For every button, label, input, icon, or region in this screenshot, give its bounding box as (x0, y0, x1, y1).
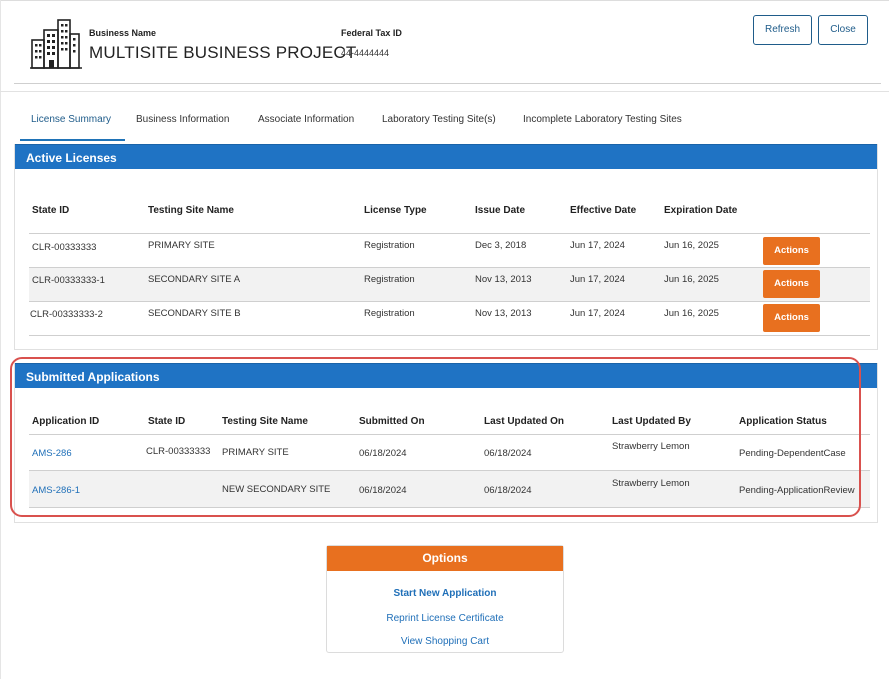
header-divider (0, 91, 889, 92)
building-icon (30, 19, 82, 69)
active-licenses-title: Active Licenses (15, 144, 877, 169)
site-name-cell: SECONDARY SITE B (148, 308, 241, 319)
license-type-cell: Registration (364, 274, 415, 285)
state-id-cell: CLR-00333333 (32, 242, 97, 253)
expiration-date-cell: Jun 16, 2025 (664, 308, 719, 319)
tab-license-summary[interactable]: License Summary (31, 114, 111, 125)
close-button[interactable]: Close (818, 15, 868, 45)
tab-incomplete-laboratory-testing-sites[interactable]: Incomplete Laboratory Testing Sites (523, 114, 682, 125)
tab-laboratory-testing-sites[interactable]: Laboratory Testing Site(s) (382, 114, 496, 125)
header-divider (29, 233, 870, 234)
actions-button[interactable]: Actions (763, 304, 820, 332)
col-testing-site-name: Testing Site Name (148, 205, 234, 216)
start-new-application-link[interactable]: Start New Application (327, 588, 563, 599)
row-divider (29, 301, 870, 302)
actions-button[interactable]: Actions (763, 237, 820, 265)
options-panel: Options Start New Application Reprint Li… (326, 545, 564, 653)
table-row: CLR-00333333-1 SECONDARY SITE A Registra… (29, 268, 870, 301)
site-name-cell: PRIMARY SITE (148, 240, 215, 251)
active-tab-indicator (20, 139, 125, 141)
effective-date-cell: Jun 17, 2024 (570, 274, 625, 285)
col-license-type: License Type (364, 205, 427, 216)
effective-date-cell: Jun 17, 2024 (570, 308, 625, 319)
license-type-cell: Registration (364, 308, 415, 319)
col-state-id: State ID (32, 205, 70, 216)
site-name-cell: SECONDARY SITE A (148, 274, 241, 285)
options-title: Options (327, 546, 563, 571)
col-issue-date: Issue Date (475, 205, 526, 216)
business-name: MULTISITE BUSINESS PROJECT (89, 43, 357, 62)
highlight-outline (10, 357, 861, 517)
issue-date-cell: Nov 13, 2013 (475, 274, 532, 285)
state-id-cell: CLR-00333333-1 (32, 275, 105, 286)
tax-id-value: 44-4444444 (341, 48, 390, 58)
reprint-license-certificate-link[interactable]: Reprint License Certificate (327, 613, 563, 624)
effective-date-cell: Jun 17, 2024 (570, 240, 625, 251)
expiration-date-cell: Jun 16, 2025 (664, 274, 719, 285)
expiration-date-cell: Jun 16, 2025 (664, 240, 719, 251)
refresh-button[interactable]: Refresh (753, 15, 812, 45)
tax-id-label: Federal Tax ID (341, 28, 402, 38)
license-type-cell: Registration (364, 240, 415, 251)
business-header: Business Name MULTISITE BUSINESS PROJECT… (14, 8, 881, 84)
tab-associate-information[interactable]: Associate Information (258, 114, 354, 125)
col-expiration-date: Expiration Date (664, 205, 738, 216)
active-licenses-panel: Active Licenses State ID Testing Site Na… (14, 144, 878, 350)
issue-date-cell: Nov 13, 2013 (475, 308, 532, 319)
issue-date-cell: Dec 3, 2018 (475, 240, 527, 251)
state-id-cell: CLR-00333333-2 (30, 309, 103, 320)
actions-button[interactable]: Actions (763, 270, 820, 298)
business-name-label: Business Name (89, 28, 157, 38)
row-divider (29, 335, 870, 336)
tab-business-information[interactable]: Business Information (136, 114, 229, 125)
view-shopping-cart-link[interactable]: View Shopping Cart (327, 636, 563, 647)
col-effective-date: Effective Date (570, 205, 637, 216)
